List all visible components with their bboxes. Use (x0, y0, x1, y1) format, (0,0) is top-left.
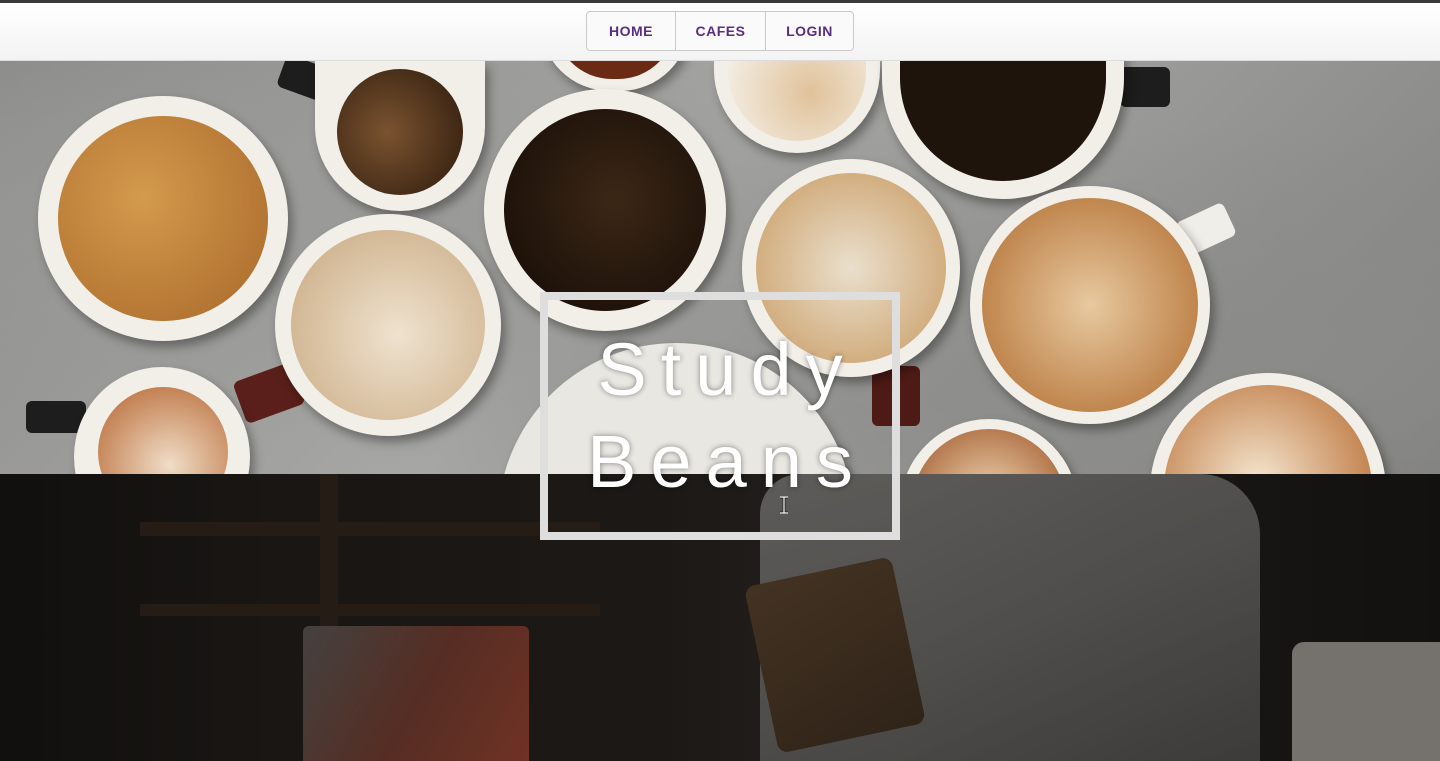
hero-title-box: Study Beans (540, 292, 900, 540)
nav-login-button[interactable]: LOGIN (765, 12, 853, 50)
nav-cafes-button[interactable]: CAFES (675, 12, 765, 50)
hero-title-line-1: Study (597, 328, 857, 411)
coffee-cup (38, 96, 288, 341)
coffee-cup (74, 367, 250, 474)
text-cursor-icon (780, 496, 788, 514)
coffee-cup (275, 214, 501, 436)
cup-handle (26, 401, 86, 433)
coffee-cup (540, 61, 690, 91)
navbar: HOME CAFES LOGIN (0, 3, 1440, 61)
coffee-cup (882, 61, 1124, 199)
hero-title-line-2: Beans (587, 420, 867, 503)
coffee-cup (315, 61, 485, 211)
nav-home-button[interactable]: HOME (587, 12, 675, 50)
coffee-cup (714, 61, 880, 153)
coffee-cup (970, 186, 1210, 424)
nav-button-group: HOME CAFES LOGIN (586, 11, 854, 51)
coffee-cup (1150, 373, 1386, 474)
cup-handle (1120, 67, 1170, 107)
coffee-cup (900, 419, 1078, 474)
